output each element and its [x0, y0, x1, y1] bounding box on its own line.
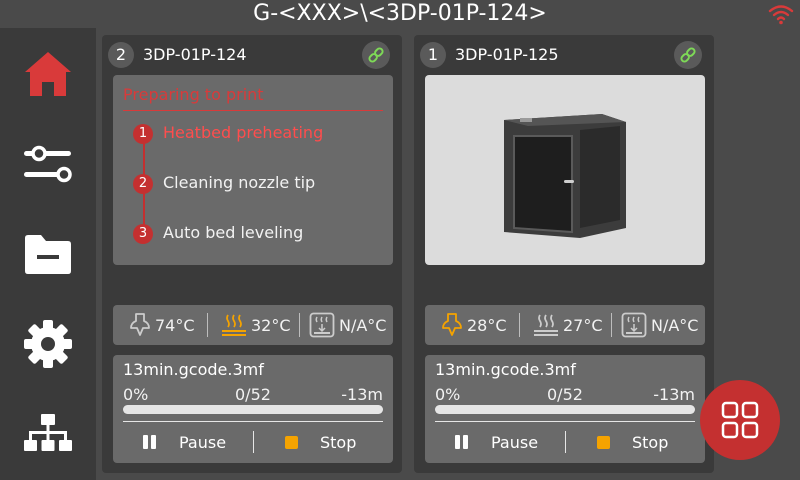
- stop-icon: [285, 435, 298, 449]
- divider: [123, 110, 383, 111]
- heatbed-icon: [222, 314, 246, 336]
- preparing-panel: Preparing to print 1 Heatbed preheating …: [113, 75, 393, 265]
- pause-button[interactable]: Pause: [143, 427, 226, 457]
- step-number: 1: [133, 124, 153, 144]
- job-percent: 0%: [123, 385, 149, 404]
- stop-button[interactable]: Stop: [285, 427, 356, 457]
- sliders-icon: [24, 145, 72, 183]
- pause-button[interactable]: Pause: [455, 427, 538, 457]
- step-label: Auto bed leveling: [163, 223, 304, 242]
- heatbed-icon: [534, 314, 558, 336]
- chamber-temp-value: N/A°C: [339, 315, 387, 335]
- temperature-bar: 74°C 32°C N/A°C: [113, 305, 393, 345]
- progress-bar: [435, 405, 695, 414]
- nozzle-temp-value: 74°C: [155, 315, 195, 335]
- job-filename: 13min.gcode.3mf: [123, 360, 264, 379]
- connection-button[interactable]: [674, 41, 702, 69]
- bed-temp: 27°C: [533, 305, 603, 345]
- step-number: 3: [133, 224, 153, 244]
- printer-card-header: 1 3DP-01P-125: [414, 35, 714, 75]
- job-layers: 0/52: [235, 385, 271, 404]
- printer-card-header: 2 3DP-01P-124: [102, 35, 402, 75]
- printer-image: [504, 114, 626, 238]
- chamber-temp-value: N/A°C: [651, 315, 699, 335]
- nozzle-temp: 28°C: [441, 305, 507, 345]
- sidebar-item-controls[interactable]: [20, 136, 76, 192]
- page-title: G-<XXX>\<3DP-01P-124>: [253, 1, 547, 26]
- printer-card[interactable]: 2 3DP-01P-124 Preparing to print 1 Heatb…: [102, 35, 402, 473]
- divider: [299, 313, 300, 337]
- grid-icon: [721, 401, 759, 439]
- connection-button[interactable]: [362, 41, 390, 69]
- link-icon: [368, 47, 384, 63]
- home-icon: [25, 52, 71, 96]
- sidebar-item-network[interactable]: [20, 406, 76, 462]
- chamber-icon: [621, 312, 647, 338]
- stop-icon: [597, 435, 610, 449]
- step-number: 2: [133, 174, 153, 194]
- divider: [207, 313, 208, 337]
- printer-slot-badge: 1: [420, 42, 446, 68]
- pause-label: Pause: [491, 432, 539, 452]
- wifi-icon: [768, 5, 794, 25]
- sidebar-item-home[interactable]: [20, 46, 76, 102]
- sidebar: [0, 28, 96, 480]
- divider: [123, 421, 383, 422]
- bed-temp-value: 32°C: [251, 315, 291, 335]
- stop-label: Stop: [320, 432, 357, 452]
- divider: [611, 313, 612, 337]
- sidebar-item-files[interactable]: [20, 226, 76, 282]
- job-remaining: -13m: [653, 385, 695, 404]
- divider: [253, 431, 254, 453]
- printer-card[interactable]: 1 3DP-01P-125 28°C 27°C N/A°C 13min.gcod…: [414, 35, 714, 473]
- stop-label: Stop: [632, 432, 669, 452]
- temperature-bar: 28°C 27°C N/A°C: [425, 305, 705, 345]
- step-label: Cleaning nozzle tip: [163, 173, 316, 192]
- stop-button[interactable]: Stop: [597, 427, 668, 457]
- nozzle-icon: [442, 313, 462, 336]
- network-icon: [24, 414, 72, 451]
- pause-icon: [455, 435, 469, 449]
- chamber-temp: N/A°C: [309, 305, 386, 345]
- job-layers: 0/52: [547, 385, 583, 404]
- preparing-title: Preparing to print: [123, 85, 264, 104]
- nozzle-temp: 74°C: [129, 305, 195, 345]
- printer-name: 3DP-01P-125: [455, 45, 559, 64]
- job-panel: 13min.gcode.3mf 0% 0/52 -13m Pause Stop: [425, 355, 705, 463]
- bed-temp: 32°C: [221, 305, 291, 345]
- divider: [565, 431, 566, 453]
- printer-image-panel: [425, 75, 705, 265]
- bed-temp-value: 27°C: [563, 315, 603, 335]
- job-filename: 13min.gcode.3mf: [435, 360, 576, 379]
- divider: [519, 313, 520, 337]
- pause-icon: [143, 435, 157, 449]
- nozzle-icon: [130, 313, 150, 336]
- gear-icon: [24, 320, 72, 368]
- job-remaining: -13m: [341, 385, 383, 404]
- grid-view-button[interactable]: [700, 380, 780, 460]
- sidebar-item-settings[interactable]: [20, 316, 76, 372]
- divider: [435, 421, 695, 422]
- chamber-temp: N/A°C: [621, 305, 698, 345]
- chamber-icon: [309, 312, 335, 338]
- pause-label: Pause: [179, 432, 227, 452]
- step-label: Heatbed preheating: [163, 123, 324, 142]
- progress-bar: [123, 405, 383, 414]
- job-panel: 13min.gcode.3mf 0% 0/52 -13m Pause Stop: [113, 355, 393, 463]
- printer-slot-badge: 2: [108, 42, 134, 68]
- printer-grid: 2 3DP-01P-124 Preparing to print 1 Heatb…: [96, 28, 800, 480]
- top-bar: G-<XXX>\<3DP-01P-124>: [0, 0, 800, 28]
- job-percent: 0%: [435, 385, 461, 404]
- link-icon: [680, 47, 696, 63]
- printer-name: 3DP-01P-124: [143, 45, 247, 64]
- nozzle-temp-value: 28°C: [467, 315, 507, 335]
- folder-icon: [25, 235, 71, 274]
